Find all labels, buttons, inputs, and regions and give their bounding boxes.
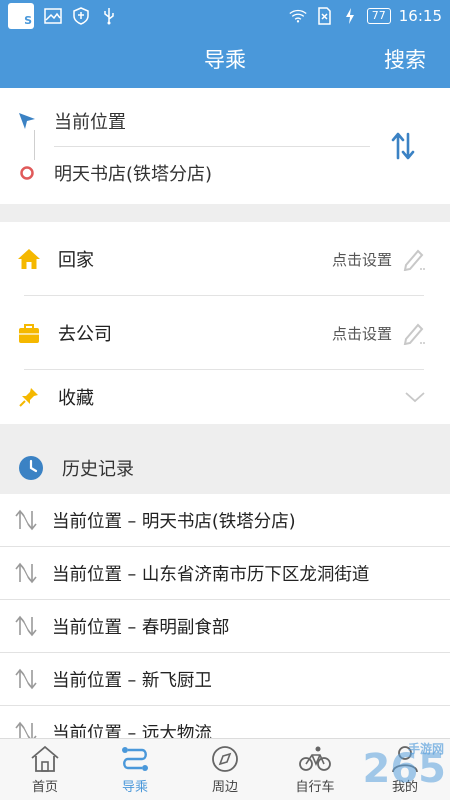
charging-icon [341, 7, 359, 25]
nav-nearby[interactable]: 周边 [180, 739, 270, 800]
status-bar: S 77 16:15 [0, 0, 450, 32]
route-swap-icon [0, 721, 52, 738]
image-icon [44, 7, 62, 25]
swap-icon [391, 132, 415, 160]
history-title: 历史记录 [62, 459, 134, 480]
title-bar: 导乘 搜索 [0, 32, 450, 88]
list-item[interactable]: 当前位置 – 明天书店(铁塔分店) [0, 494, 450, 547]
origin-field[interactable]: 当前位置 [0, 96, 380, 146]
app-icon: S [8, 3, 34, 29]
pin-icon [0, 387, 58, 407]
edit-pencil-icon [403, 323, 425, 345]
destination-field[interactable]: 明天书店(铁塔分店) [0, 148, 380, 198]
nav-label: 首页 [31, 779, 58, 795]
location-arrow-icon [0, 111, 54, 131]
list-item[interactable]: 当前位置 – 春明副食部 [0, 600, 450, 653]
history-header: 历史记录 [0, 442, 450, 494]
wifi-icon [289, 7, 307, 25]
work-row[interactable]: 去公司 点击设置 [0, 296, 450, 370]
clock: 16:15 [398, 7, 442, 25]
list-item[interactable]: 当前位置 – 山东省济南市历下区龙洞街道 [0, 547, 450, 600]
home-icon [0, 248, 58, 270]
briefcase-icon [0, 322, 58, 344]
route-swap-icon [0, 562, 52, 584]
home-set-link[interactable]: 点击设置 [332, 249, 392, 270]
history-item-text: 当前位置 – 春明副食部 [52, 617, 230, 638]
page-title: 导乘 [204, 48, 246, 72]
nav-label: 自行车 [295, 779, 335, 795]
history-item-text: 当前位置 – 山东省济南市历下区龙洞街道 [52, 564, 370, 585]
route-swap-icon [0, 615, 52, 637]
favorites-label: 收藏 [58, 388, 94, 409]
home-icon [31, 745, 59, 772]
nav-route[interactable]: 导乘 [90, 739, 180, 800]
swap-route-button[interactable] [388, 128, 418, 164]
work-set-link[interactable]: 点击设置 [332, 323, 392, 344]
usb-icon [100, 7, 118, 25]
route-card: 当前位置 明天书店(铁塔分店) [0, 88, 450, 204]
shield-icon [72, 7, 90, 25]
route-swap-icon [0, 509, 52, 531]
history-item-text: 当前位置 – 远大物流 [52, 723, 212, 739]
nav-label: 我的 [391, 779, 418, 795]
clock-icon [0, 455, 62, 481]
search-button[interactable]: 搜索 [384, 32, 426, 88]
destination-dot-icon [0, 165, 54, 181]
bicycle-icon [299, 746, 331, 771]
route-swap-icon [0, 668, 52, 690]
nav-label: 导乘 [121, 779, 148, 795]
history-item-text: 当前位置 – 新飞厨卫 [52, 670, 212, 691]
chevron-down-icon[interactable] [404, 390, 426, 404]
history-list: 当前位置 – 明天书店(铁塔分店) 当前位置 – 山东省济南市历下区龙洞街道 当… [0, 494, 450, 738]
route-divider [54, 146, 370, 147]
route-icon [122, 746, 148, 771]
nav-bicycle[interactable]: 自行车 [270, 739, 360, 800]
nav-home[interactable]: 首页 [0, 739, 90, 800]
no-sim-icon [315, 7, 333, 25]
bottom-nav: 首页 导乘 周边 自行车 我的 [0, 738, 450, 800]
compass-icon [212, 745, 238, 772]
favorites-row[interactable]: 收藏 [0, 370, 450, 424]
history-item-text: 当前位置 – 明天书店(铁塔分店) [52, 511, 296, 532]
list-item[interactable]: 当前位置 – 远大物流 [0, 706, 450, 738]
home-row[interactable]: 回家 点击设置 [0, 222, 450, 296]
list-item[interactable]: 当前位置 – 新飞厨卫 [0, 653, 450, 706]
destination-text: 明天书店(铁塔分店) [54, 164, 213, 185]
edit-pencil-icon [403, 249, 425, 271]
nav-label: 周边 [211, 779, 238, 795]
nav-profile[interactable]: 我的 [360, 739, 450, 800]
quick-destinations: 回家 点击设置 去公司 点击设置 收藏 [0, 222, 450, 424]
work-label: 去公司 [58, 324, 112, 345]
battery-icon: 77 [366, 8, 391, 24]
origin-text: 当前位置 [54, 112, 126, 133]
user-icon [392, 745, 418, 772]
home-label: 回家 [58, 250, 94, 271]
